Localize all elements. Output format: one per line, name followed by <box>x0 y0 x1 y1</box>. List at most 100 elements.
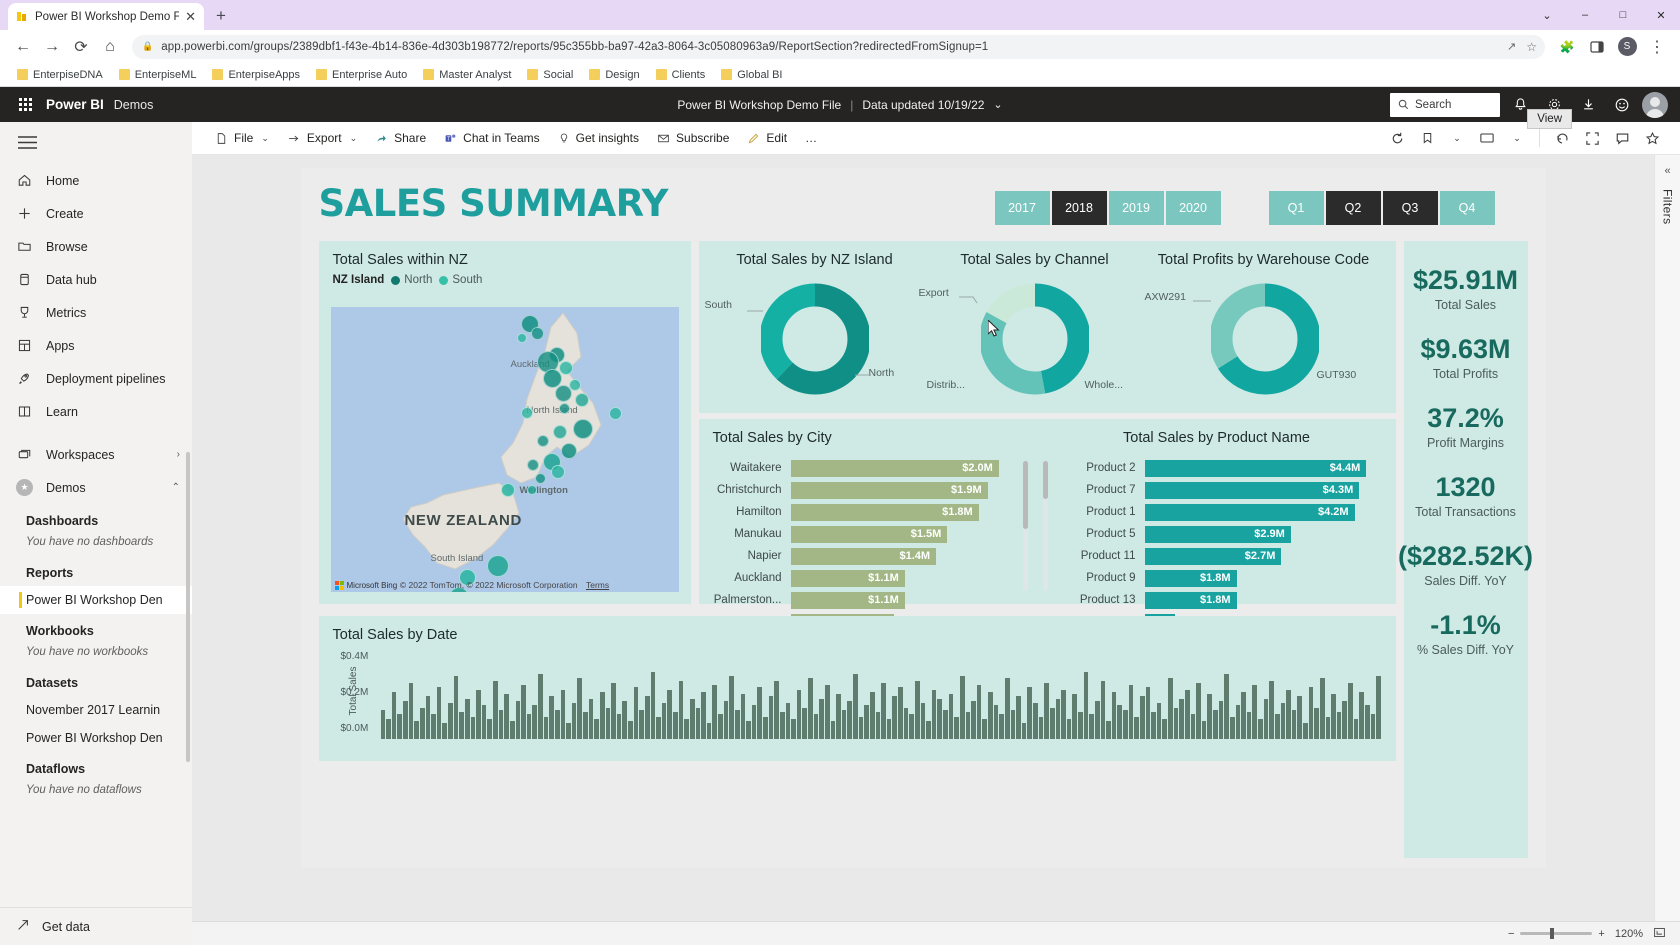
date-bar[interactable] <box>1247 712 1252 739</box>
date-bar[interactable] <box>735 710 740 739</box>
date-bar[interactable] <box>949 694 954 739</box>
expand-filters-icon[interactable]: « <box>1664 165 1670 177</box>
map-bubble[interactable] <box>573 419 593 439</box>
map-bubble[interactable] <box>559 403 570 414</box>
date-bar[interactable] <box>1005 678 1010 739</box>
date-bar[interactable] <box>960 676 965 739</box>
donut-profits-by-warehouse[interactable]: AXW291 GUT930 <box>1211 283 1319 395</box>
date-bar[interactable] <box>487 719 492 739</box>
nz-map[interactable]: NEW ZEALAND Auckland North Island South … <box>331 307 679 592</box>
date-bar[interactable] <box>482 705 487 739</box>
bookmark-icon[interactable] <box>1413 125 1441 151</box>
date-bar[interactable] <box>454 676 459 739</box>
bookmark-caret-icon[interactable]: ⌄ <box>1443 125 1471 151</box>
sidebar-item-deployment-pipelines[interactable]: Deployment pipelines <box>0 362 192 395</box>
date-bar[interactable] <box>892 696 897 739</box>
date-bar[interactable] <box>437 687 442 739</box>
bookmark-item[interactable]: EnterpiseApps <box>205 67 307 83</box>
date-bar[interactable] <box>954 717 959 740</box>
minimize-button[interactable]: – <box>1566 0 1604 30</box>
date-bar[interactable] <box>510 721 515 739</box>
new-tab-button[interactable]: + <box>216 6 226 26</box>
date-bar[interactable] <box>465 699 470 740</box>
map-bubble[interactable] <box>537 435 549 447</box>
date-bar[interactable] <box>1297 696 1302 739</box>
date-bar[interactable] <box>1281 703 1286 739</box>
date-bar[interactable] <box>684 719 689 739</box>
bar-row[interactable]: Manukau$1.5M <box>699 523 1015 545</box>
bar-row[interactable]: Auckland$1.1M <box>699 567 1015 589</box>
date-bar[interactable] <box>549 696 554 739</box>
date-bar[interactable] <box>1140 696 1145 739</box>
more-options-button[interactable]: … <box>796 127 827 149</box>
date-bar[interactable] <box>999 714 1004 739</box>
bar-row[interactable]: Palmerston...$1.1M <box>699 589 1015 611</box>
date-bar[interactable] <box>797 690 802 740</box>
export-menu-button[interactable]: Export ⌄ <box>278 127 366 149</box>
sidebar-item-create[interactable]: Create <box>0 197 192 230</box>
bar-row[interactable]: Product 13$1.8M <box>1053 589 1381 611</box>
date-bar[interactable] <box>1151 712 1156 739</box>
date-bar[interactable] <box>853 674 858 739</box>
zoom-track[interactable] <box>1520 932 1592 935</box>
date-bar[interactable] <box>763 717 768 740</box>
date-bar[interactable] <box>1354 719 1359 739</box>
chevron-down-icon[interactable]: ⌄ <box>350 133 358 144</box>
kpi-sales-diff-yoy[interactable]: ($282.52K) Sales Diff. YoY <box>1398 541 1533 588</box>
date-bar[interactable] <box>926 721 931 739</box>
date-bar[interactable] <box>1162 719 1167 739</box>
date-bar[interactable] <box>1320 678 1325 739</box>
date-bar[interactable] <box>572 703 577 739</box>
map-bubble[interactable] <box>527 459 539 471</box>
map-bubble[interactable] <box>527 485 537 495</box>
bar-row[interactable]: Product 11$2.7M <box>1053 545 1381 567</box>
date-bar[interactable] <box>662 703 667 739</box>
date-bar[interactable] <box>499 710 504 739</box>
bar-row[interactable]: Product 5$2.9M <box>1053 523 1381 545</box>
date-bar[interactable] <box>791 719 796 739</box>
date-bar[interactable] <box>909 714 914 739</box>
bar-row[interactable]: Product 9$1.8M <box>1053 567 1381 589</box>
edit-button[interactable]: Edit <box>738 127 796 149</box>
date-bar[interactable] <box>561 690 566 740</box>
date-bar[interactable] <box>1101 681 1106 740</box>
date-bar[interactable] <box>639 710 644 739</box>
date-bar[interactable] <box>431 714 436 739</box>
dataset-item-powerbi-workshop[interactable]: Power BI Workshop Den <box>0 724 192 752</box>
maximize-button[interactable]: □ <box>1604 0 1642 30</box>
date-bar[interactable] <box>381 710 386 739</box>
date-bar[interactable] <box>977 685 982 739</box>
kpi-total-profits[interactable]: $9.63M Total Profits <box>1420 334 1510 381</box>
slicer-year-2018[interactable]: 2018 <box>1052 191 1107 225</box>
reset-icon[interactable] <box>1383 125 1411 151</box>
hamburger-icon[interactable] <box>0 130 192 164</box>
bar-row[interactable]: Product 2$4.4M <box>1053 457 1381 479</box>
date-bar[interactable] <box>532 705 537 739</box>
map-bubble[interactable] <box>501 483 515 497</box>
bar-row[interactable]: Product 7$4.3M <box>1053 479 1381 501</box>
bookmark-item[interactable]: Global BI <box>714 67 789 83</box>
date-bar[interactable] <box>504 694 509 739</box>
map-bubble[interactable] <box>521 407 533 419</box>
map-bubble[interactable] <box>575 393 589 407</box>
date-bar[interactable] <box>831 721 836 739</box>
date-bar[interactable] <box>1252 685 1257 739</box>
date-bar[interactable] <box>1202 721 1207 739</box>
bar-row[interactable]: Waitakere$2.0M <box>699 457 1015 479</box>
date-bar[interactable] <box>476 690 481 740</box>
date-bar[interactable] <box>589 699 594 740</box>
date-bar[interactable] <box>493 681 498 740</box>
date-bar[interactable] <box>667 690 672 740</box>
date-bar[interactable] <box>701 692 706 739</box>
favorite-icon[interactable] <box>1638 125 1666 151</box>
home-icon[interactable]: ⌂ <box>97 34 123 60</box>
date-bar[interactable] <box>994 705 999 739</box>
bar-row[interactable]: Hamilton$1.8M <box>699 501 1015 523</box>
sidebar-item-metrics[interactable]: Metrics <box>0 296 192 329</box>
date-bar[interactable] <box>842 710 847 739</box>
bookmark-item[interactable]: EnterpiseML <box>112 67 204 83</box>
bookmark-item[interactable]: Clients <box>649 67 713 83</box>
sidebar-scrollbar[interactable] <box>186 452 190 762</box>
date-bar[interactable] <box>409 683 414 739</box>
city-scrollbar[interactable] <box>1023 461 1028 529</box>
